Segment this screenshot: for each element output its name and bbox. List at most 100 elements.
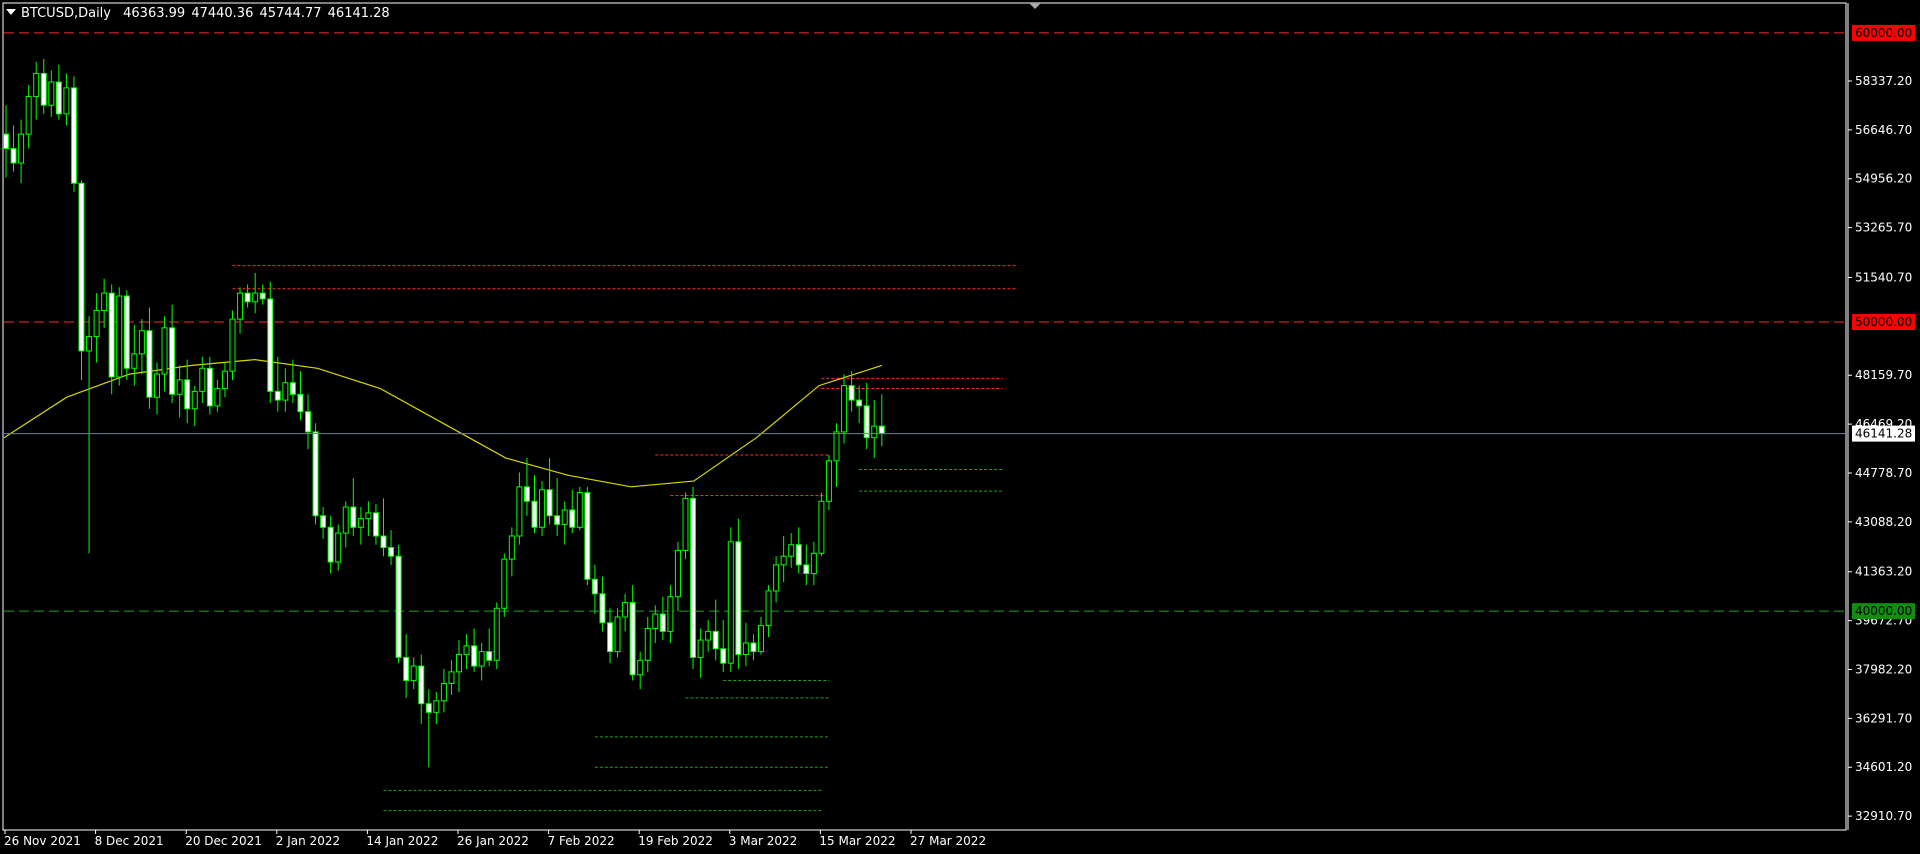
candle[interactable] [478,642,485,681]
candle[interactable] [357,507,364,545]
candle[interactable] [350,478,357,536]
candle[interactable] [463,634,470,669]
candle[interactable] [727,527,734,672]
candle[interactable] [221,362,228,398]
candle[interactable] [78,180,85,380]
candle[interactable] [599,576,606,632]
candle[interactable] [199,356,206,403]
candle[interactable] [878,394,885,447]
candle[interactable] [403,634,410,698]
time-axis[interactable]: 26 Nov 2021 8 Dec 2021 20 Dec 2021 2 Jan 20… [4,830,986,848]
candle[interactable] [410,657,417,690]
candle[interactable] [644,616,651,672]
candle[interactable] [501,553,508,617]
candle[interactable] [697,628,704,678]
candle[interactable] [622,593,629,632]
candle[interactable] [169,304,176,403]
candle[interactable] [10,125,17,172]
candle[interactable] [123,290,130,380]
candle[interactable] [18,119,25,184]
candle[interactable] [750,634,757,661]
candle[interactable] [108,284,115,395]
candle[interactable] [720,619,727,672]
candle[interactable] [659,596,666,641]
candle[interactable] [320,507,327,539]
scroll-marker-icon[interactable] [1029,3,1041,9]
candle[interactable] [131,324,138,386]
candle[interactable] [682,492,689,560]
candle[interactable] [871,400,878,458]
candle[interactable] [705,619,712,652]
candle[interactable] [380,498,387,557]
candle[interactable] [289,359,296,403]
candle[interactable] [297,371,304,421]
candle[interactable] [667,585,674,643]
candle[interactable] [229,310,236,380]
candle[interactable] [388,530,395,565]
candle[interactable] [252,272,259,314]
candle[interactable] [335,524,342,571]
candle[interactable] [237,287,244,334]
candle[interactable] [138,319,145,375]
candle[interactable] [93,293,100,363]
candle[interactable] [418,654,425,724]
price-axis[interactable]: 58337.20 56646.70 54956.20 53265.70 51540.70… [1848,24,1915,823]
candle[interactable] [395,544,402,664]
candle[interactable] [735,518,742,669]
candle[interactable] [101,278,108,328]
candle[interactable] [327,515,334,574]
candle[interactable] [848,371,855,412]
candle[interactable] [493,602,500,669]
candle[interactable] [795,527,802,574]
candle[interactable] [86,316,93,554]
price-chart[interactable]: 58337.20 56646.70 54956.20 53265.70 51540.70… [0,0,1920,854]
candle[interactable] [372,504,379,545]
candle[interactable] [486,628,493,667]
candle[interactable] [546,457,553,525]
candle[interactable] [48,70,55,117]
candle[interactable] [818,492,825,557]
candle[interactable] [433,692,440,724]
candle[interactable] [508,527,515,577]
candle[interactable] [690,486,697,669]
candle[interactable] [425,689,432,768]
candle[interactable] [523,457,530,516]
candle[interactable] [765,585,772,638]
candle[interactable] [629,585,636,681]
candle[interactable] [637,651,644,690]
candle[interactable] [561,501,568,545]
candle[interactable] [267,281,274,403]
candle[interactable] [531,475,538,534]
candle[interactable] [440,668,447,713]
candle[interactable] [516,472,523,545]
candle[interactable] [742,622,749,667]
candle[interactable] [780,535,787,583]
candle[interactable] [33,61,40,120]
candle[interactable] [863,382,870,450]
candle[interactable] [712,599,719,661]
candle[interactable] [282,368,289,412]
candle[interactable] [576,486,583,531]
candle[interactable] [55,64,62,120]
candle[interactable] [146,307,153,409]
candle[interactable] [184,359,191,424]
candle[interactable] [471,628,478,672]
candle[interactable] [63,73,70,126]
candle[interactable] [614,608,621,658]
candle[interactable] [70,76,77,192]
candle[interactable] [25,84,32,149]
candle[interactable] [803,544,810,586]
candle[interactable] [591,564,598,615]
candle[interactable] [554,478,561,536]
candle[interactable] [274,356,281,412]
candle[interactable] [259,284,266,305]
candle[interactable] [456,640,462,693]
candle[interactable] [206,356,213,415]
candle[interactable] [810,541,817,586]
candle[interactable] [3,105,9,178]
candle[interactable] [305,394,311,450]
candle[interactable] [312,423,319,525]
candle[interactable] [244,284,251,308]
candle[interactable] [788,533,795,568]
candle[interactable] [214,379,221,412]
